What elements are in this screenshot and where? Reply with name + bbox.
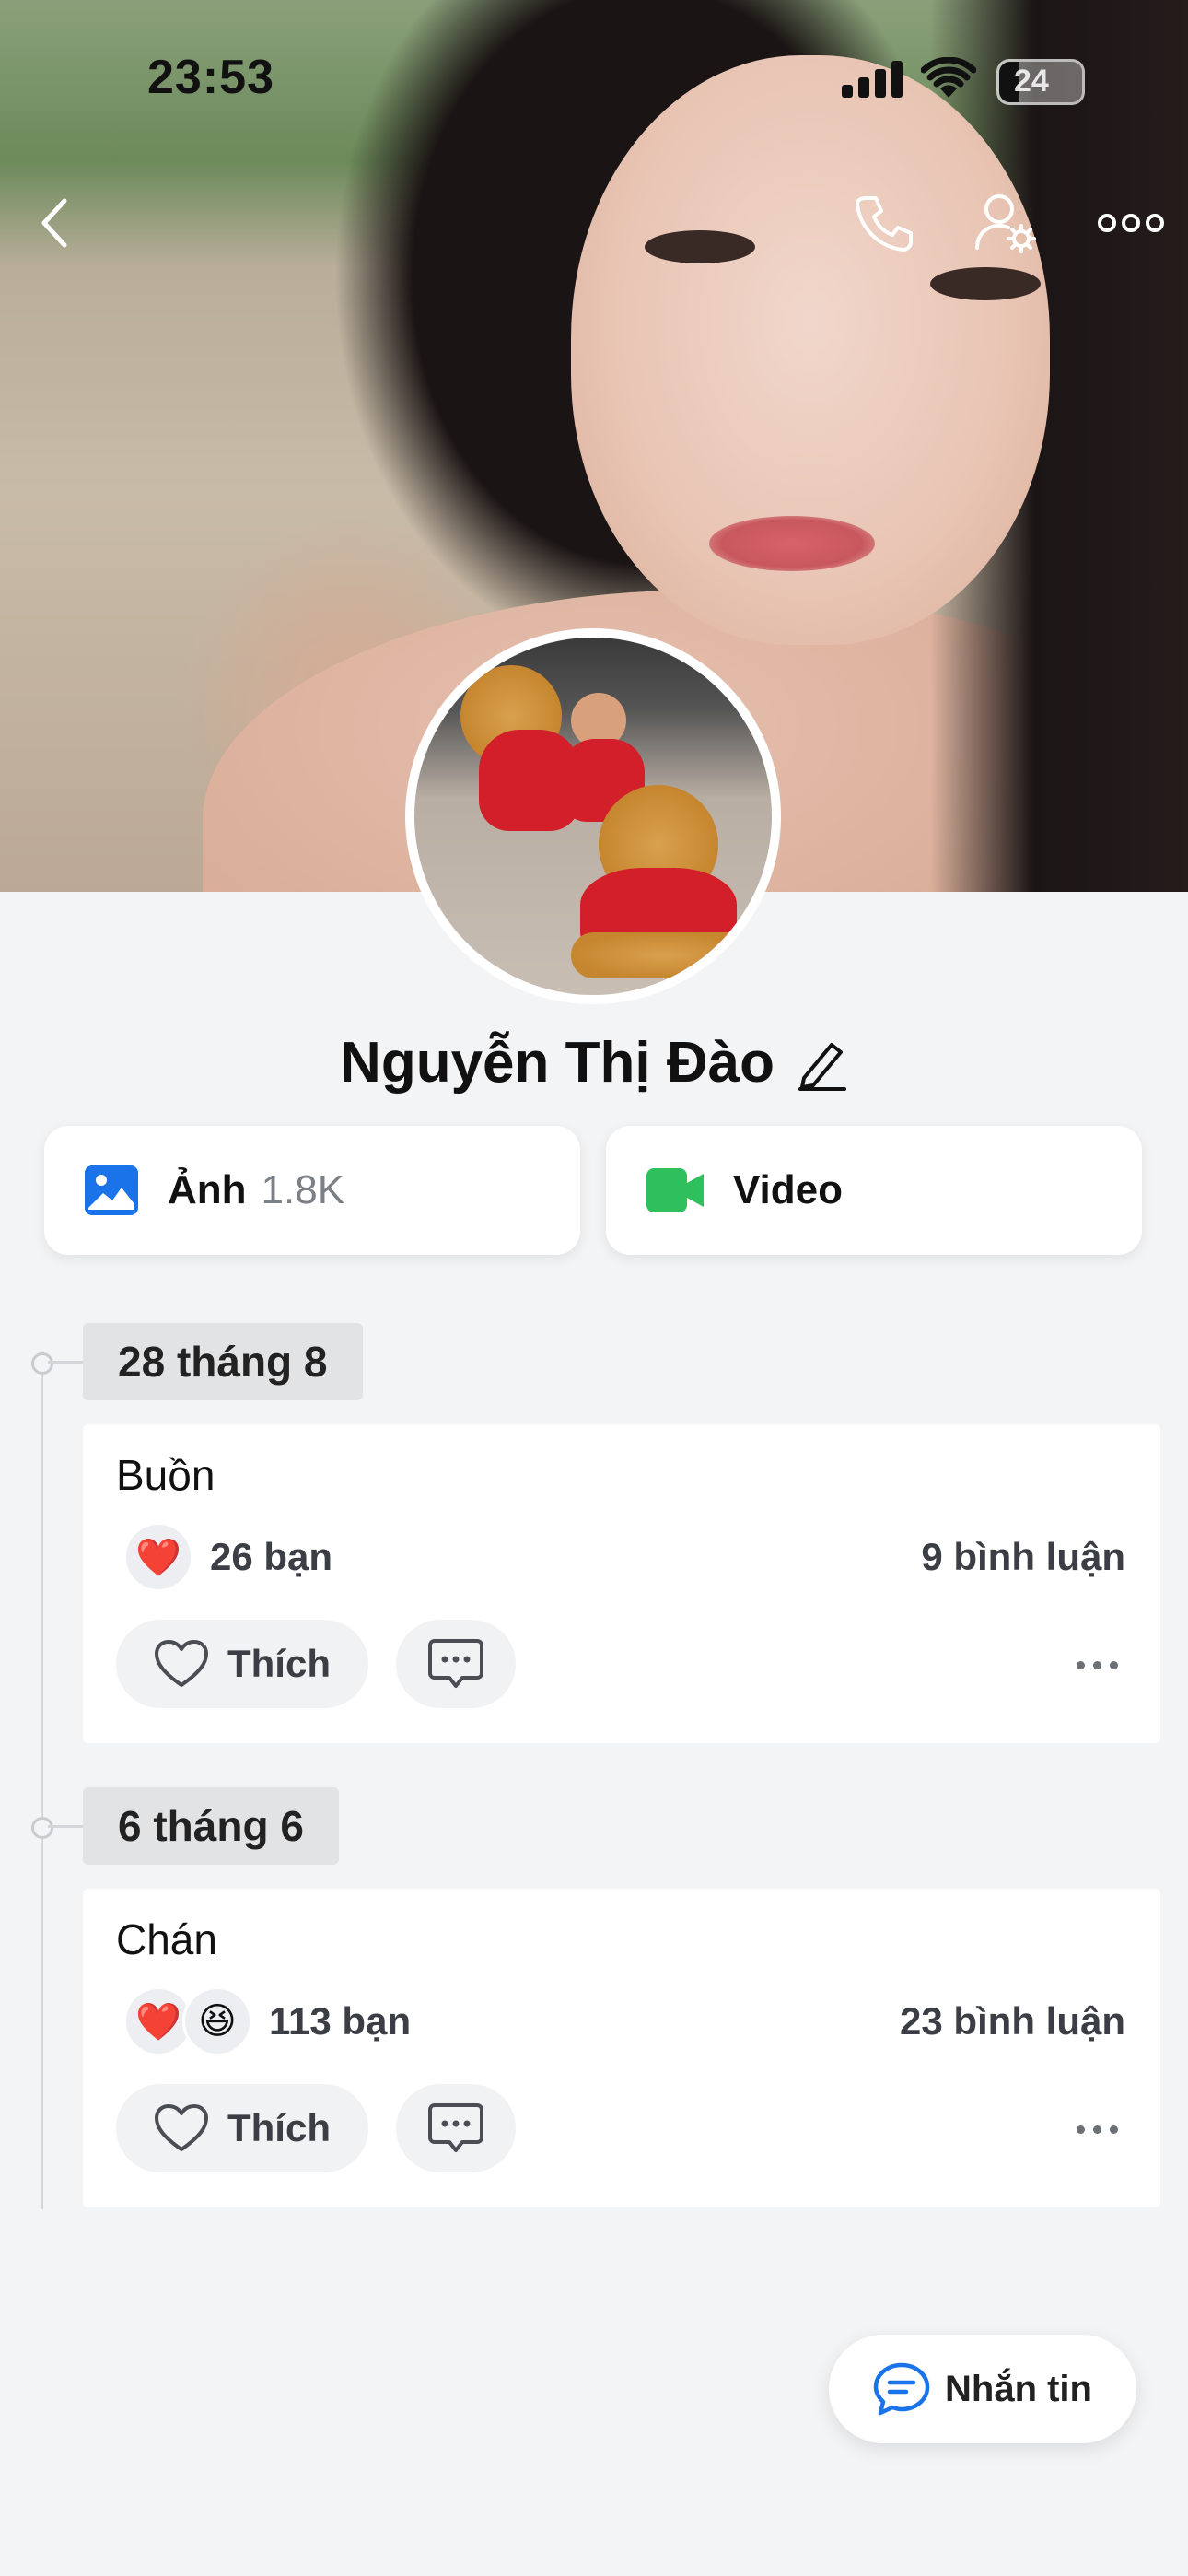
reaction-count: 113 bạn xyxy=(269,1999,412,2043)
like-button[interactable]: Thích xyxy=(116,1620,368,1708)
timeline-date: 6 tháng 6 xyxy=(83,1787,339,1865)
battery-level: 24 xyxy=(1014,64,1049,99)
status-bar: 23:53 24 xyxy=(0,0,1188,157)
cover-eye-right xyxy=(930,267,1041,300)
cellular-signal-icon xyxy=(842,61,906,98)
photos-card[interactable]: Ảnh 1.8K xyxy=(44,1126,580,1255)
timeline-dot xyxy=(31,1817,53,1839)
comment-button[interactable] xyxy=(396,1620,516,1708)
send-message-button[interactable]: Nhắn tin xyxy=(829,2335,1136,2443)
photo-icon xyxy=(85,1165,138,1215)
profile-settings-button[interactable] xyxy=(973,190,1039,256)
post-reactions[interactable]: ❤️ 26 bạn xyxy=(123,1522,332,1592)
reaction-count: 26 bạn xyxy=(210,1535,333,1578)
comment-count[interactable]: 23 bình luận xyxy=(900,1999,1125,2043)
status-time: 23:53 xyxy=(147,51,274,104)
comment-icon xyxy=(428,1639,483,1688)
send-message-label: Nhắn tin xyxy=(945,2368,1092,2409)
profile-name: Nguyễn Thị Đào xyxy=(340,1031,775,1095)
video-card[interactable]: Video xyxy=(606,1126,1142,1255)
heart-outline-icon xyxy=(155,1640,208,1687)
post-text: Buồn xyxy=(116,1451,215,1499)
timeline-connector xyxy=(48,1361,85,1364)
phone-icon xyxy=(856,196,913,252)
comment-button[interactable] xyxy=(396,2084,516,2172)
edit-pencil-icon[interactable] xyxy=(797,1036,848,1091)
call-button[interactable] xyxy=(851,190,917,256)
chevron-left-icon xyxy=(41,198,67,248)
post-text: Chán xyxy=(116,1915,217,1963)
heart-reaction-icon: ❤️ xyxy=(123,1522,193,1592)
timeline-connector xyxy=(48,1825,85,1828)
back-button[interactable] xyxy=(22,190,88,256)
wifi-icon xyxy=(921,57,976,98)
laugh-reaction-icon: 😆 xyxy=(182,1986,252,2056)
battery-icon: 24 xyxy=(996,59,1085,105)
cover-eye-left xyxy=(645,230,755,263)
avatar-image xyxy=(414,638,772,995)
timeline-dot xyxy=(31,1352,53,1375)
chat-bubble-icon xyxy=(873,2362,930,2416)
timeline-line xyxy=(41,1362,43,2209)
photos-label: Ảnh xyxy=(168,1167,247,1212)
comment-icon xyxy=(428,2103,483,2152)
post-more-button[interactable] xyxy=(1065,2106,1129,2152)
photos-count: 1.8K xyxy=(261,1167,345,1212)
post-more-button[interactable] xyxy=(1065,1642,1129,1688)
like-button[interactable]: Thích xyxy=(116,2084,368,2172)
timeline-date: 28 tháng 8 xyxy=(83,1323,363,1400)
like-label: Thích xyxy=(227,2106,331,2149)
profile-name-row: Nguyễn Thị Đào xyxy=(0,1030,1188,1095)
timeline-post[interactable]: Buồn ❤️ 26 bạn 9 bình luận Thích xyxy=(83,1424,1160,1743)
timeline-post[interactable]: Chán ❤️ 😆 113 bạn 23 bình luận Thích xyxy=(83,1889,1160,2207)
more-horizontal-icon xyxy=(1098,214,1164,232)
avatar[interactable] xyxy=(405,628,781,1004)
heart-outline-icon xyxy=(155,2104,208,2151)
comment-count[interactable]: 9 bình luận xyxy=(921,1535,1125,1579)
user-settings-icon xyxy=(975,194,1036,253)
video-label: Video xyxy=(733,1167,844,1212)
cover-lips xyxy=(709,516,875,571)
like-label: Thích xyxy=(227,1642,331,1685)
more-options-button[interactable] xyxy=(1094,190,1168,256)
post-reactions[interactable]: ❤️ 😆 113 bạn xyxy=(123,1986,411,2056)
video-camera-icon xyxy=(646,1168,704,1212)
